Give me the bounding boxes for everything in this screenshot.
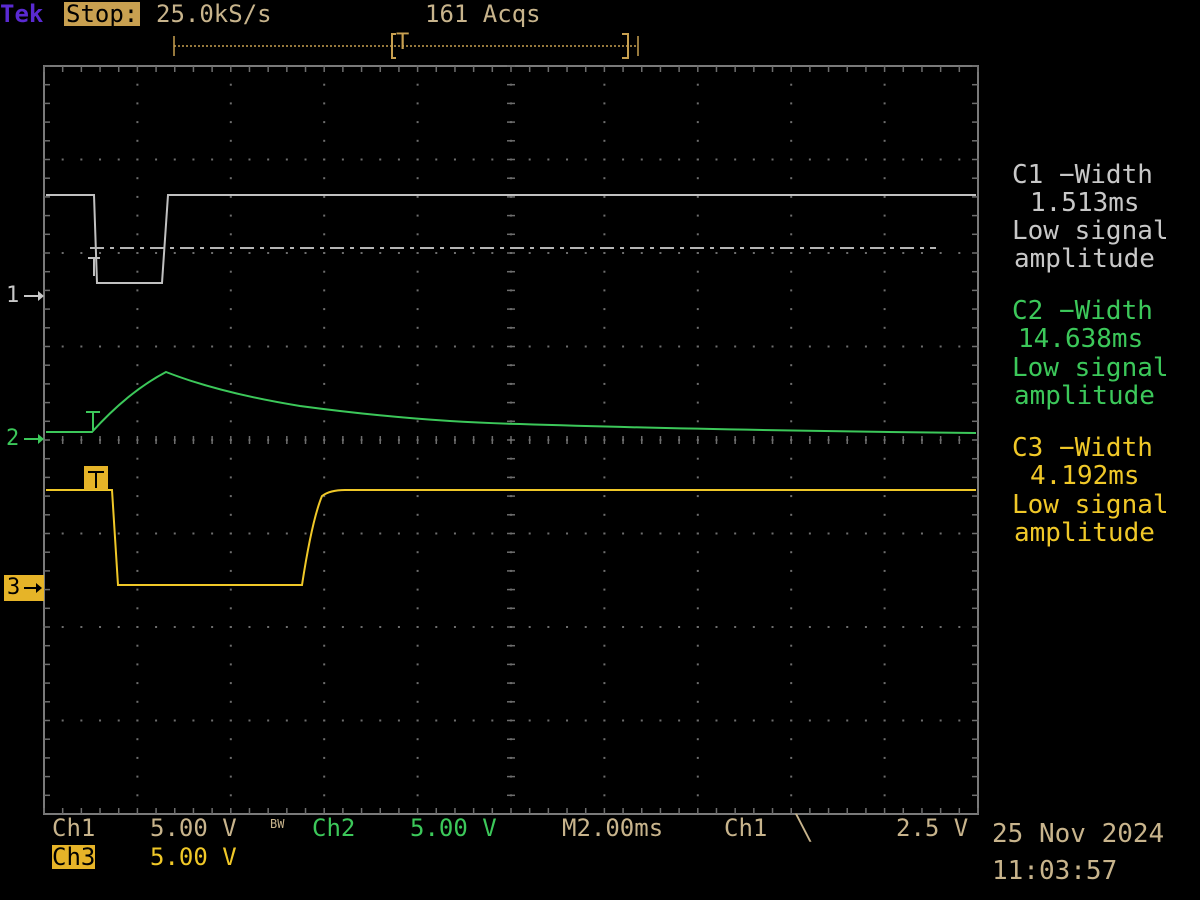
meas-c2-title: C2 −Width (1012, 296, 1153, 326)
acquisition-count: 161 Acqs (425, 0, 541, 28)
date: 25 Nov 2024 (992, 819, 1165, 849)
ch1-scale: 5.00 V (150, 814, 237, 842)
meas-c1-value: 1.513ms (1030, 188, 1140, 218)
record-trigger-marker: T (396, 30, 410, 55)
bandwidth-limit-indicator: BW (270, 817, 285, 831)
ch2-label: Ch2 (312, 814, 356, 842)
ch3-scale: 5.00 V (150, 843, 237, 871)
meas-c3-note2: amplitude (1014, 518, 1155, 548)
ch3-label: Ch3 (52, 843, 96, 871)
timebase: M2.00ms (562, 814, 664, 842)
meas-c1-note2: amplitude (1014, 244, 1155, 274)
ch3-marker-label: 3 (7, 575, 21, 600)
ch2-scale: 5.00 V (410, 814, 497, 842)
meas-c3-title: C3 −Width (1012, 433, 1153, 463)
meas-c2-note2: amplitude (1014, 381, 1155, 411)
sample-rate: 25.0kS/s (156, 0, 272, 28)
ch3-trigger-marker (84, 466, 108, 490)
trigger-level: 2.5 V (896, 814, 969, 842)
ch1-trigger-marker (88, 257, 100, 276)
ch1-marker-label: 1 (6, 283, 20, 308)
meas-c1-note1: Low signal (1012, 216, 1169, 246)
ch1-ground-marker (24, 291, 44, 301)
meas-c2-note1: Low signal (1012, 353, 1169, 383)
meas-c3-note1: Low signal (1012, 490, 1169, 520)
ch2-ground-marker (24, 434, 44, 444)
graticule-grid (43, 65, 979, 814)
meas-c3-value: 4.192ms (1030, 461, 1140, 491)
trigger-source: Ch1 (724, 814, 768, 842)
ch2-marker-label: 2 (6, 426, 20, 451)
time: 11:03:57 (992, 856, 1118, 886)
trigger-slope-icon: ╲ (796, 814, 811, 842)
meas-c1-title: C1 −Width (1012, 160, 1153, 190)
ch1-label: Ch1 (52, 814, 96, 842)
ch2-trigger-marker (86, 411, 100, 430)
ch1-trace (46, 194, 976, 284)
brand-logo: Tek (0, 0, 44, 28)
meas-c2-value: 14.638ms (1018, 324, 1144, 354)
run-state: Stop: (64, 0, 141, 28)
